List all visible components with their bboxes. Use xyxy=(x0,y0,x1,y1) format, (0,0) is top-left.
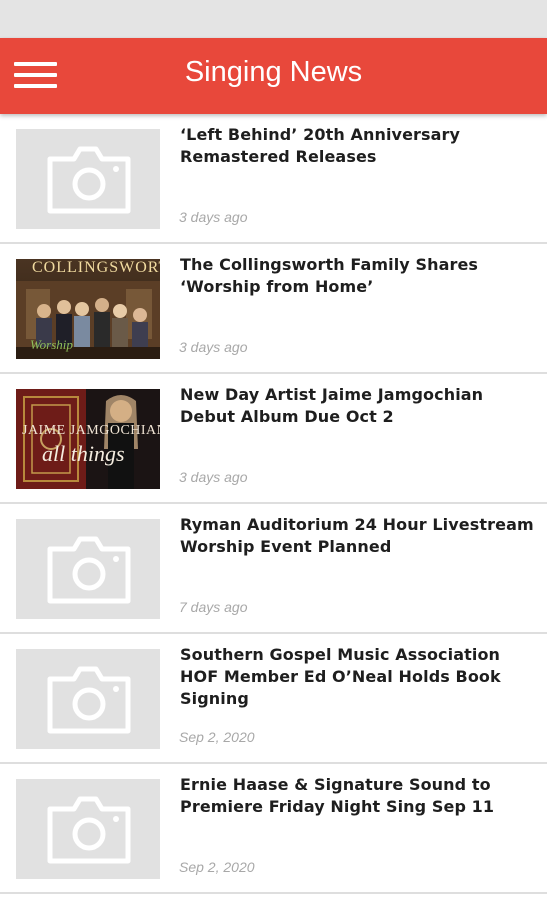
article-thumbnail-placeholder xyxy=(16,129,160,229)
news-list-item[interactable]: Ryman Auditorium 24 Hour Livestream Wors… xyxy=(0,504,547,634)
app-bar: Singing News xyxy=(0,38,547,114)
article-thumbnail-placeholder xyxy=(16,519,160,619)
camera-icon xyxy=(16,779,160,879)
article-thumbnail-placeholder xyxy=(16,779,160,879)
photo-caption: COLLINGSWORTH xyxy=(32,259,160,276)
news-list-item[interactable]: Southern Gospel Music Association HOF Me… xyxy=(0,634,547,764)
photo-caption: JAIME JAMGOCHIAN xyxy=(22,423,160,438)
article-date: Sep 2, 2020 xyxy=(179,729,255,745)
photo-caption: Worship xyxy=(30,337,73,352)
article-date: 3 days ago xyxy=(179,339,248,355)
photo-caption: all things xyxy=(42,441,125,466)
article-thumbnail-photo: COLLINGSWORTH Worship xyxy=(16,259,160,359)
article-title: New Day Artist Jaime Jamgochian Debut Al… xyxy=(180,385,484,426)
album-cover-image xyxy=(16,389,160,489)
article-title: The Collingsworth Family Shares ‘Worship… xyxy=(180,255,479,296)
article-title: Ryman Auditorium 24 Hour Livestream Wors… xyxy=(180,515,534,556)
article-date: 3 days ago xyxy=(179,209,248,225)
status-bar xyxy=(0,0,547,38)
article-thumbnail-photo: JAIME JAMGOCHIAN all things xyxy=(16,389,160,489)
article-date: 3 days ago xyxy=(179,469,248,485)
article-date: 7 days ago xyxy=(179,599,248,615)
article-title: Ernie Haase & Signature Sound to Premier… xyxy=(180,775,495,816)
camera-icon xyxy=(16,519,160,619)
news-list: ‘Left Behind’ 20th Anniversary Remastere… xyxy=(0,114,547,894)
article-title: Southern Gospel Music Association HOF Me… xyxy=(180,645,501,708)
article-thumbnail-placeholder xyxy=(16,649,160,749)
camera-icon xyxy=(16,129,160,229)
app-title: Singing News xyxy=(184,56,363,88)
news-list-item[interactable]: JAIME JAMGOCHIAN all things New Day Arti… xyxy=(0,374,547,504)
article-title: ‘Left Behind’ 20th Anniversary Remastere… xyxy=(180,125,461,166)
news-list-item[interactable]: Ernie Haase & Signature Sound to Premier… xyxy=(0,764,547,894)
news-list-item[interactable]: ‘Left Behind’ 20th Anniversary Remastere… xyxy=(0,114,547,244)
article-date: Sep 2, 2020 xyxy=(179,859,255,875)
news-list-item[interactable]: COLLINGSWORTH Worship The Collingsworth … xyxy=(0,244,547,374)
camera-icon xyxy=(16,649,160,749)
